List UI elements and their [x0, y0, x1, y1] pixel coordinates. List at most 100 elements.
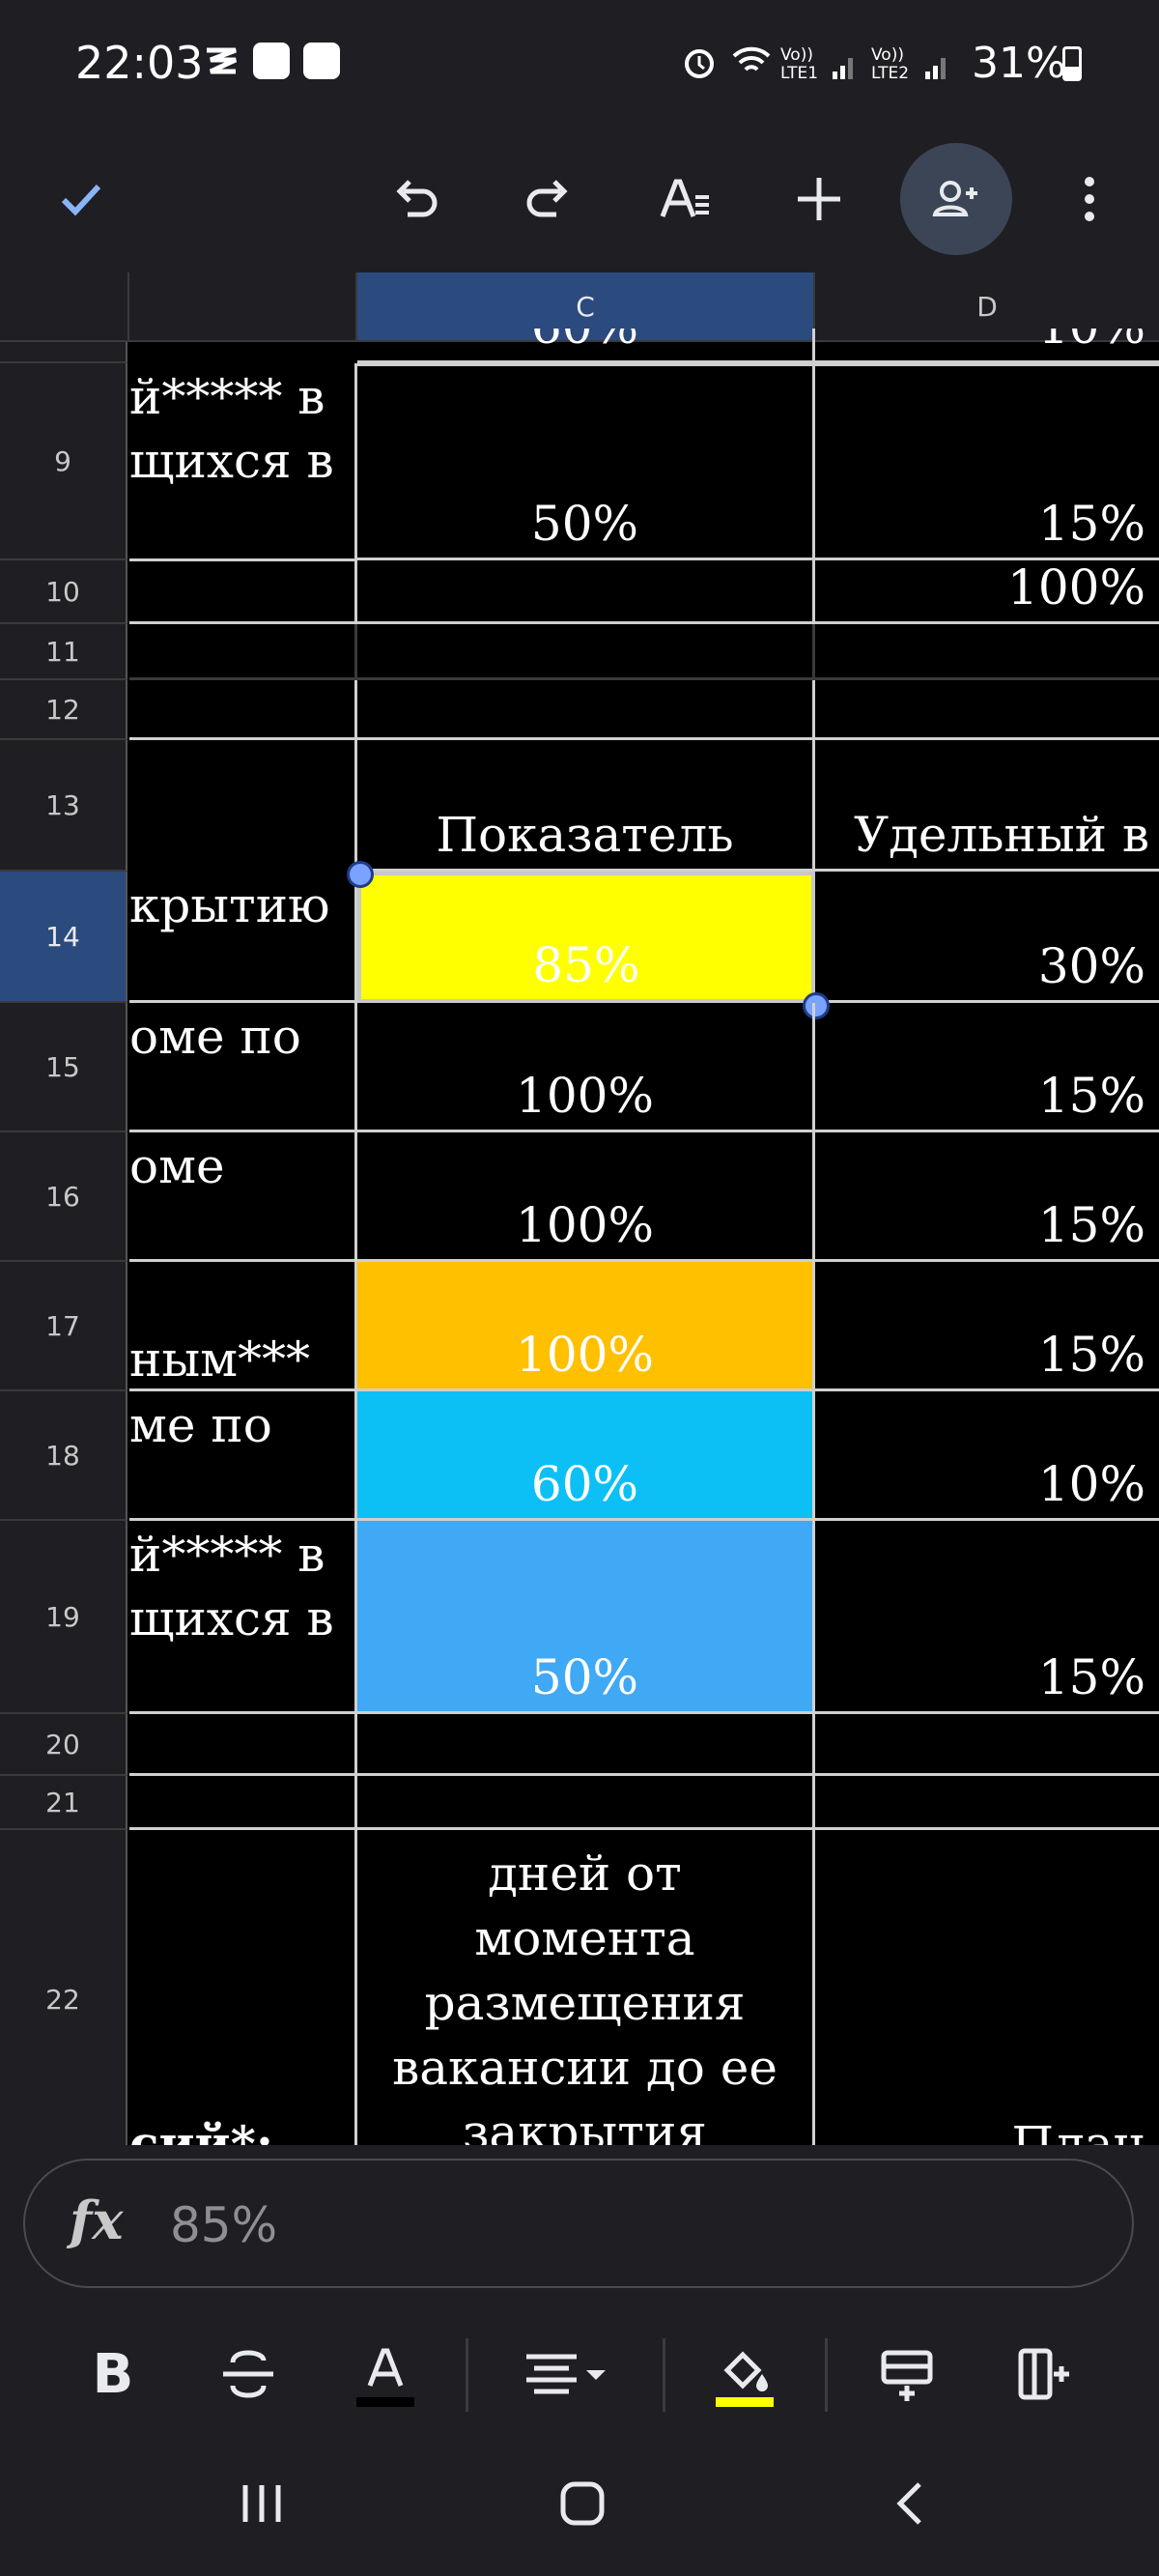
cell-c21[interactable]: [357, 1776, 815, 1830]
row-header-11[interactable]: 11: [0, 624, 127, 680]
cell-b18[interactable]: ме по: [129, 1391, 357, 1521]
cell-b17[interactable]: ным***: [129, 1262, 357, 1391]
cell-d21[interactable]: [815, 1776, 1159, 1830]
column-header-b[interactable]: [129, 272, 357, 342]
fill-color-icon[interactable]: [701, 2331, 788, 2418]
signal-lte1: Vo)) LTE1: [780, 45, 819, 83]
wifi-icon: [730, 43, 773, 85]
row-header-21[interactable]: 21: [0, 1776, 127, 1830]
insert-column-icon[interactable]: [1001, 2331, 1088, 2418]
cell-b21[interactable]: [129, 1776, 357, 1830]
cell-b22[interactable]: сий*:: [129, 1830, 357, 2145]
row-header-9[interactable]: 9: [0, 363, 127, 560]
row-header[interactable]: [0, 342, 127, 363]
cell-d14[interactable]: 30%: [815, 872, 1159, 1003]
cell-c11[interactable]: [357, 624, 815, 680]
recent-apps-icon[interactable]: [238, 2479, 286, 2532]
cell-d19[interactable]: 15%: [815, 1521, 1159, 1714]
cell-b16[interactable]: оме: [129, 1132, 357, 1262]
notification-icon: [203, 43, 240, 79]
more-vert-icon[interactable]: [1043, 153, 1136, 245]
row-header-18[interactable]: 18: [0, 1391, 127, 1521]
cell-c19[interactable]: 50%: [357, 1521, 815, 1714]
plus-icon[interactable]: [773, 153, 865, 245]
battery-percent: 31%: [972, 39, 1066, 88]
text-color-icon[interactable]: [342, 2331, 429, 2418]
cell-b14[interactable]: крытию: [129, 872, 357, 1003]
cell-c13[interactable]: Показатель: [357, 740, 815, 872]
formula-input[interactable]: 85%: [170, 2197, 277, 2253]
cell-c15[interactable]: 100%: [357, 1003, 815, 1132]
selection-handle-top[interactable]: [347, 861, 374, 888]
system-nav-bar: [0, 2435, 1159, 2576]
row-header-14[interactable]: 14: [0, 872, 127, 1003]
insert-row-icon[interactable]: [863, 2331, 950, 2418]
divider: [663, 2338, 665, 2412]
spreadsheet-grid[interactable]: C D 60% 10% 9 й***** в щихся в 50% 15% 1…: [0, 272, 1159, 2145]
row-header-10[interactable]: 10: [0, 560, 127, 624]
row-header-13[interactable]: 13: [0, 740, 127, 872]
row-header-12[interactable]: 12: [0, 680, 127, 740]
text-format-icon[interactable]: [639, 153, 732, 245]
signal-icon: [923, 50, 952, 85]
align-icon[interactable]: [518, 2331, 624, 2418]
cell-c22[interactable]: дней от момента размещения вакансии до е…: [357, 1830, 815, 2145]
cell-d13[interactable]: Удельный в: [815, 740, 1159, 872]
home-icon[interactable]: [558, 2479, 607, 2532]
corner-header[interactable]: [0, 272, 129, 342]
status-bar: 22:03 Vo)) LTE1 Vo)) LTE2 31%: [0, 0, 1159, 126]
cell-d20[interactable]: [815, 1714, 1159, 1776]
cell-d22[interactable]: План: [815, 1830, 1159, 2145]
strikethrough-icon[interactable]: [205, 2331, 292, 2418]
cell-d17[interactable]: 15%: [815, 1262, 1159, 1391]
bold-icon[interactable]: B: [70, 2331, 156, 2418]
divider: [825, 2338, 828, 2412]
cell-b12[interactable]: [129, 680, 357, 740]
cell-c18[interactable]: 60%: [357, 1391, 815, 1521]
formula-bar[interactable]: fx 85%: [23, 2159, 1134, 2288]
cell-c17[interactable]: 100%: [357, 1262, 815, 1391]
status-time: 22:03: [75, 37, 204, 89]
cell-d16[interactable]: 15%: [815, 1132, 1159, 1262]
cell-b15[interactable]: оме по: [129, 1003, 357, 1132]
signal-icon: [831, 50, 860, 85]
cell-b13[interactable]: [129, 740, 357, 872]
cell-b19[interactable]: й***** в щихся в: [129, 1521, 357, 1714]
cell-b10[interactable]: [129, 560, 357, 624]
row-header-19[interactable]: 19: [0, 1521, 127, 1714]
row-header-20[interactable]: 20: [0, 1714, 127, 1776]
row-header-15[interactable]: 15: [0, 1003, 127, 1132]
redo-icon[interactable]: [502, 153, 595, 245]
format-toolbar: B: [0, 2309, 1159, 2435]
cell-c8[interactable]: 60%: [357, 329, 815, 363]
cell-d8[interactable]: 10%: [815, 329, 1159, 363]
cell-b9[interactable]: й***** в щихся в: [129, 363, 357, 560]
cell-d10[interactable]: 100%: [815, 560, 1159, 624]
back-icon[interactable]: [887, 2479, 935, 2532]
cell-d12[interactable]: [815, 680, 1159, 740]
alarm-icon: [680, 43, 719, 85]
cell-c12[interactable]: [357, 680, 815, 740]
row-header-22[interactable]: 22: [0, 1830, 127, 2145]
add-person-icon[interactable]: [900, 143, 1012, 255]
undo-icon[interactable]: [369, 153, 462, 245]
fx-icon: fx: [70, 2190, 124, 2251]
cell-c10[interactable]: [357, 560, 815, 624]
divider: [466, 2338, 468, 2412]
notification-icon: [253, 43, 290, 79]
cell-b11[interactable]: [129, 624, 357, 680]
battery-icon: [1062, 46, 1082, 81]
cell-c9[interactable]: 50%: [357, 363, 815, 560]
cell-d18[interactable]: 10%: [815, 1391, 1159, 1521]
cell-c20[interactable]: [357, 1714, 815, 1776]
row-header-17[interactable]: 17: [0, 1262, 127, 1391]
row-header-16[interactable]: 16: [0, 1132, 127, 1262]
cell-c14-selected[interactable]: 85%: [357, 872, 815, 1003]
cell-d9[interactable]: 15%: [815, 363, 1159, 560]
cell-b20[interactable]: [129, 1714, 357, 1776]
cell-c16[interactable]: 100%: [357, 1132, 815, 1262]
cell-d11[interactable]: [815, 624, 1159, 680]
cell-d15[interactable]: 15%: [815, 1003, 1159, 1132]
top-toolbar: [0, 126, 1159, 272]
check-icon[interactable]: [35, 153, 127, 245]
